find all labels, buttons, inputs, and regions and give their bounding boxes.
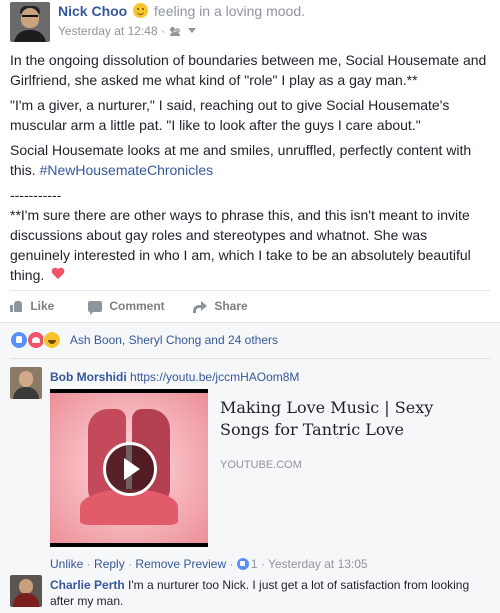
text-divider: -----------	[10, 187, 62, 203]
post-timestamp[interactable]: Yesterday at 12:48	[58, 24, 158, 38]
share-arrow-icon	[193, 301, 207, 313]
reply-link[interactable]: Reply	[94, 557, 125, 571]
meta-separator: ·	[160, 23, 165, 38]
avatar-shirt	[13, 593, 39, 607]
post-meta: Yesterday at 12:48 ·	[58, 23, 196, 38]
unlike-link[interactable]: Unlike	[50, 557, 83, 571]
friends-privacy-icon[interactable]	[170, 26, 182, 36]
avatar-face	[19, 371, 33, 387]
comment-text: Bob Morshidi https://youtu.be/jccmHAOom8…	[50, 369, 490, 385]
comment-button[interactable]: Comment	[88, 299, 165, 315]
post-paragraph-4-text: **I'm sure there are other ways to phras…	[10, 207, 471, 283]
meta-separator: ·	[86, 557, 91, 571]
comment-label: Comment	[109, 299, 165, 313]
meta-separator: ·	[229, 557, 234, 571]
commenter-name[interactable]: Bob Morshidi	[50, 370, 127, 384]
chevron-down-icon[interactable]	[187, 28, 196, 34]
comment-meta: Unlike · Reply · Remove Preview · 1 · Ye…	[50, 557, 368, 571]
heart-emoji-icon	[51, 268, 65, 281]
share-label: Share	[214, 299, 248, 313]
avatar-shirt	[13, 387, 39, 399]
meta-separator: ·	[128, 557, 133, 571]
like-count-icon	[236, 558, 249, 570]
commenter-avatar[interactable]	[10, 575, 42, 607]
remove-preview-link[interactable]: Remove Preview	[135, 557, 226, 571]
post-paragraph-4: **I'm sure there are other ways to phras…	[10, 205, 490, 285]
avatar-face	[19, 579, 33, 594]
post-body: In the ongoing dissolution of boundaries…	[10, 50, 490, 290]
like-reaction-icon	[10, 331, 28, 349]
share-button[interactable]: Share	[193, 299, 248, 313]
comment-link[interactable]: https://youtu.be/jccmHAOom8M	[130, 370, 299, 384]
like-count[interactable]: 1	[251, 557, 258, 571]
hashtag-link[interactable]: #NewHousemateChronicles	[40, 162, 214, 178]
link-preview[interactable]: Making Love Music | Sexy Songs for Tantr…	[50, 389, 470, 547]
smile-emoji-icon	[133, 3, 149, 18]
comment-icon	[88, 301, 102, 315]
preview-domain: YOUTUBE.COM	[220, 459, 302, 471]
post-actions-bar: Like Comment Share	[10, 290, 490, 321]
feeling-text: feeling in a loving mood.	[154, 3, 306, 19]
reactions-summary[interactable]: Ash Boon, Sheryl Chong and 24 others	[10, 331, 490, 353]
author-avatar[interactable]	[10, 2, 50, 42]
post-header: Nick Choo feeling in a loving mood. Yest…	[10, 0, 490, 46]
post-paragraph-3: Social Housemate looks at me and smiles,…	[10, 140, 490, 180]
post-paragraph-2: "I'm a giver, a nurturer," I said, reach…	[10, 97, 450, 133]
comment-text: Charlie Perth I'm a nurturer too Nick. I…	[50, 577, 490, 609]
preview-title[interactable]: Making Love Music | Sexy Songs for Tantr…	[220, 397, 470, 441]
haha-reaction-icon	[43, 331, 62, 349]
commenter-avatar[interactable]	[10, 367, 42, 399]
avatar-shirt	[14, 30, 46, 42]
thumbs-up-icon	[10, 300, 23, 312]
like-button[interactable]: Like	[10, 299, 54, 313]
author-line: Nick Choo feeling in a loving mood.	[58, 3, 305, 19]
facebook-post: Nick Choo feeling in a loving mood. Yest…	[0, 0, 500, 613]
love-reaction-icon	[26, 331, 45, 349]
like-label: Like	[30, 299, 55, 313]
play-icon[interactable]	[103, 442, 157, 496]
video-thumbnail[interactable]	[50, 389, 208, 547]
commenter-name[interactable]: Charlie Perth	[50, 578, 125, 592]
comments-section: Ash Boon, Sheryl Chong and 24 others Bob…	[0, 322, 500, 613]
divider	[10, 358, 490, 359]
reactions-text[interactable]: Ash Boon, Sheryl Chong and 24 others	[70, 333, 278, 347]
meta-separator: ·	[260, 557, 265, 571]
avatar-glasses	[22, 15, 38, 21]
author-name[interactable]: Nick Choo	[58, 3, 127, 19]
post-paragraph-1: In the ongoing dissolution of boundaries…	[10, 52, 487, 88]
comment-timestamp[interactable]: Yesterday at 13:05	[268, 557, 368, 571]
